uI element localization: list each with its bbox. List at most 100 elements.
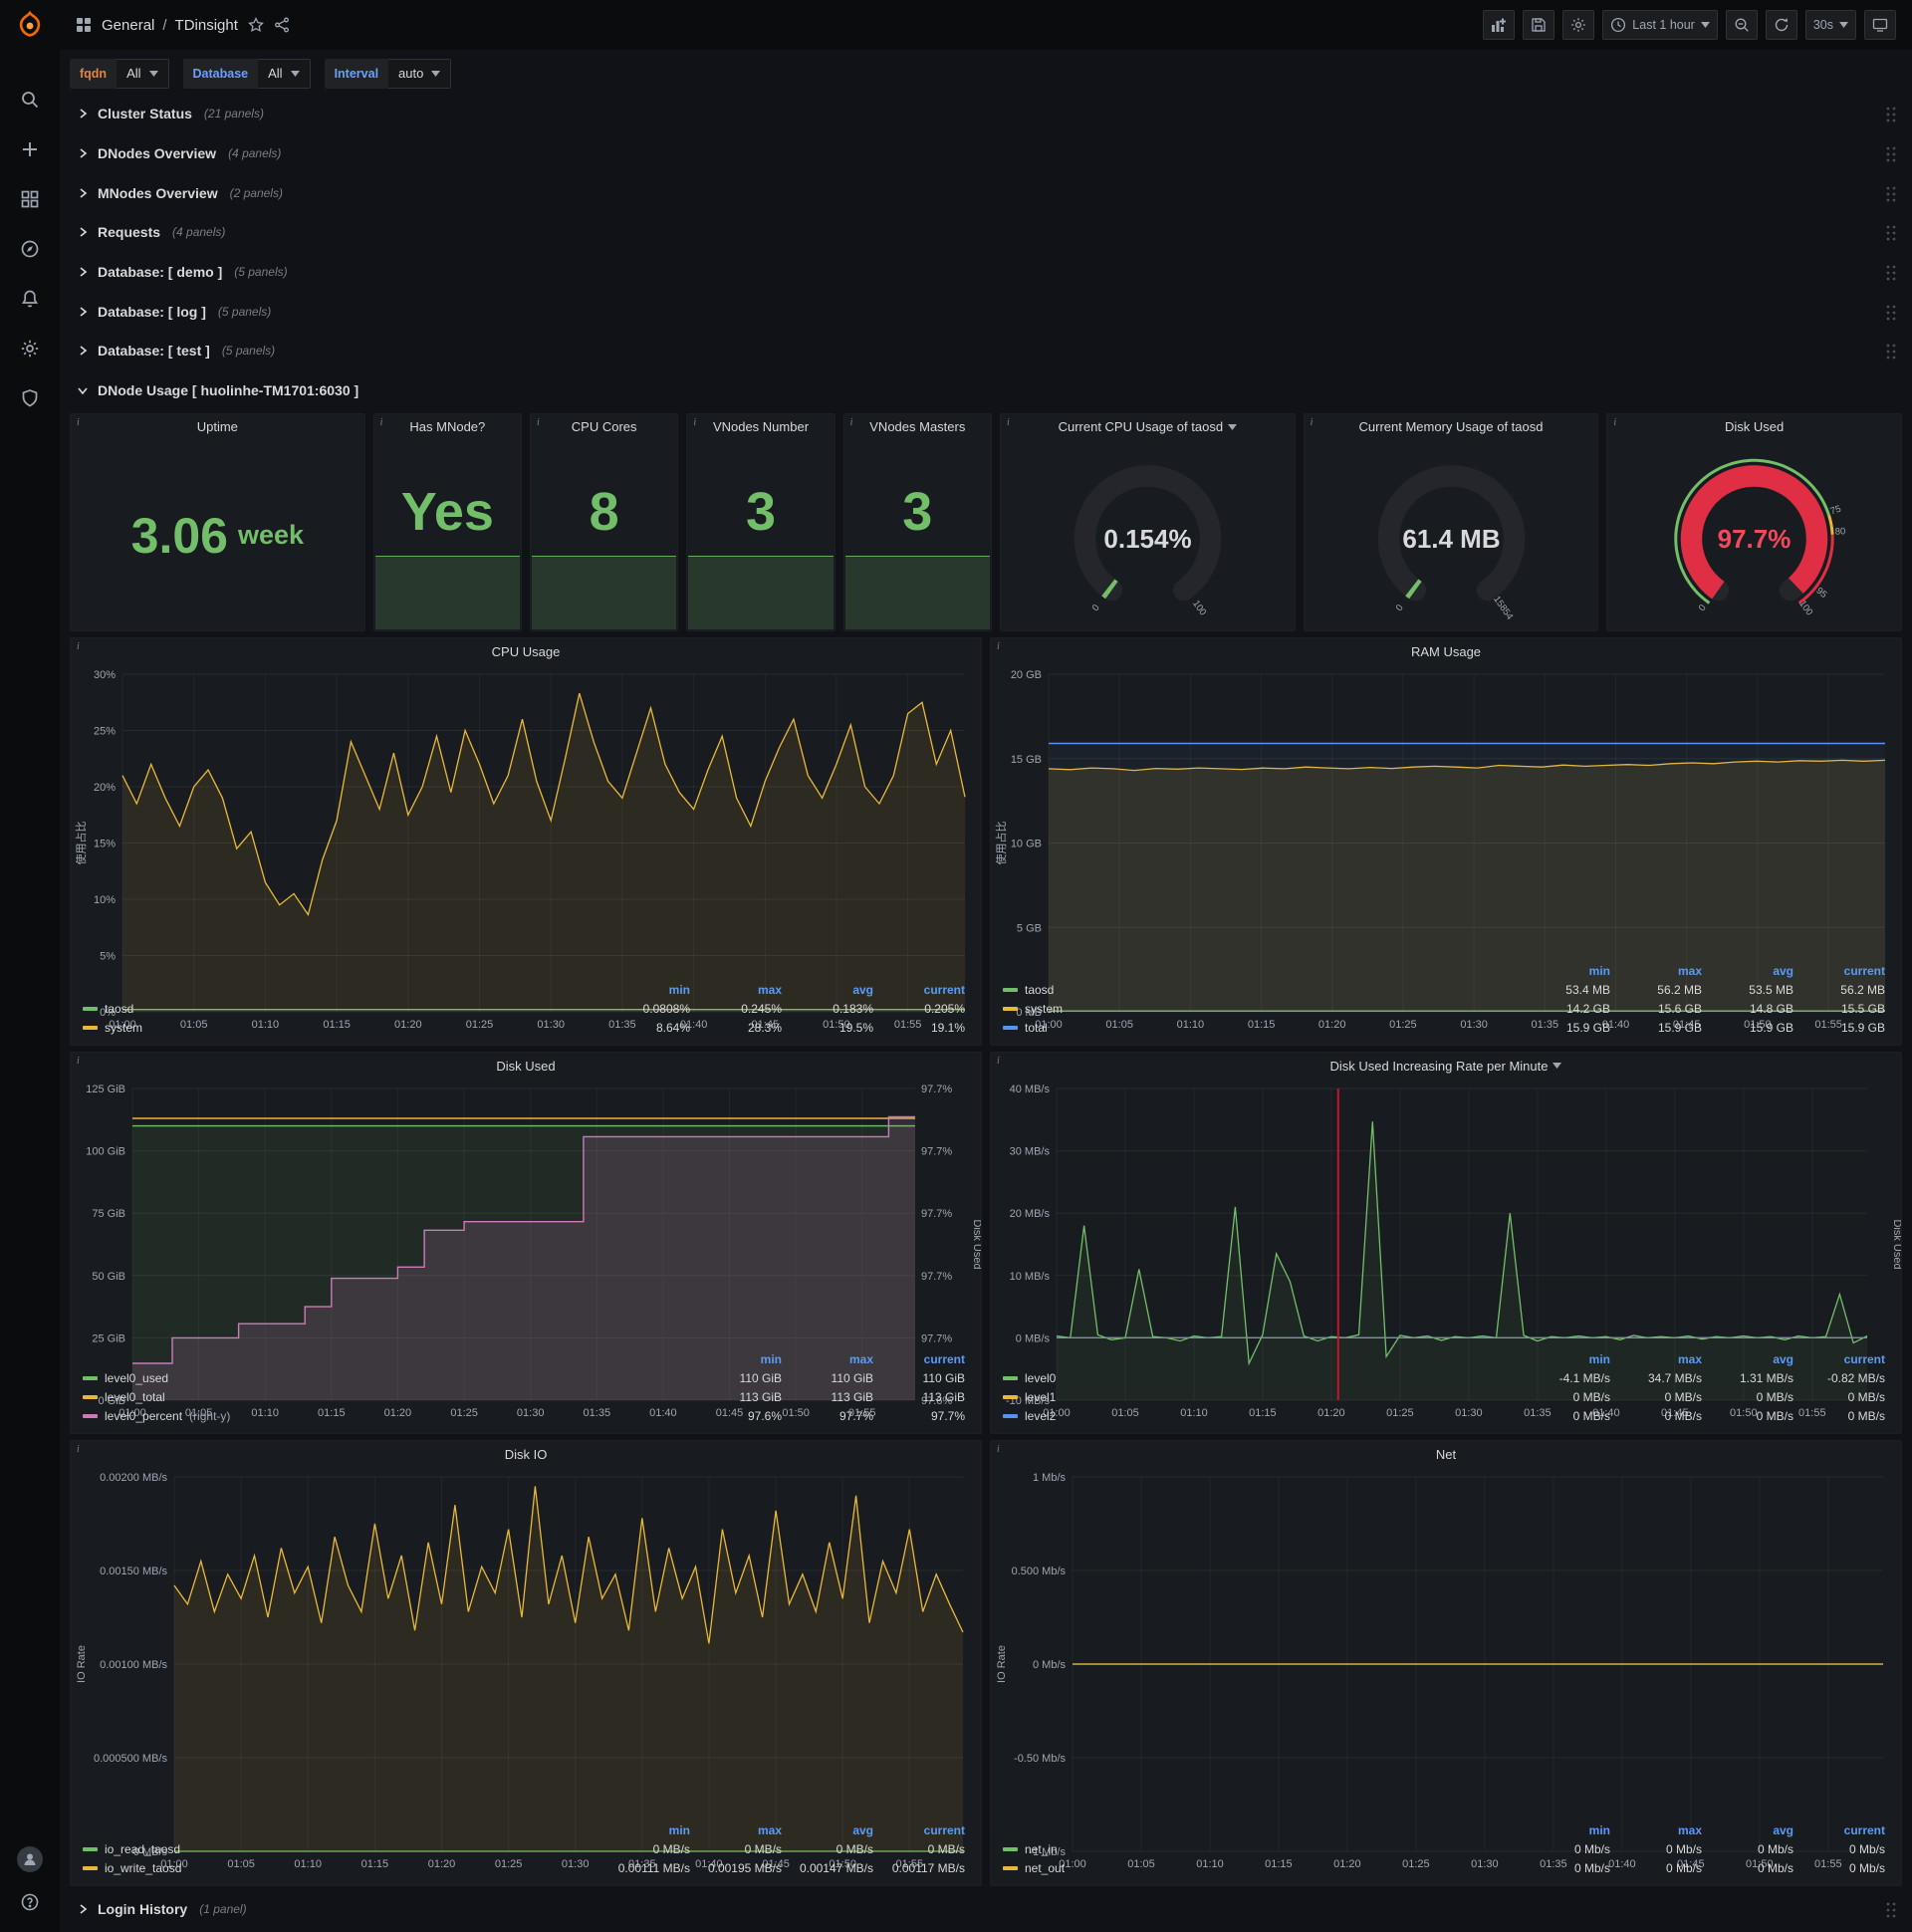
row-database-log[interactable]: Database: [ log ] (5 panels) [70,295,1902,329]
legend-series-toggle[interactable]: taosd [1003,983,1523,997]
refresh-interval-button[interactable]: 30s [1804,10,1856,40]
panel-title[interactable]: Net [991,1441,1901,1467]
panel-info-icon[interactable]: i [850,417,853,428]
legend-series-toggle[interactable]: taosd [83,1002,602,1016]
row-dnode-usage[interactable]: DNode Usage [ huolinhe-TM1701:6030 ] [70,373,1902,407]
legend-series-toggle[interactable]: io_write_taosd [83,1861,602,1875]
row-drag-handle[interactable] [1884,183,1896,202]
legend-series-toggle[interactable]: net_in [1003,1842,1523,1856]
panel-title[interactable]: CPU Usage [71,638,981,664]
row-drag-handle[interactable] [1884,342,1896,361]
legend-series-toggle[interactable]: level2 [1003,1409,1523,1423]
disk-used-legend: min max current level0_used 110 GiB 110 GiB 11… [71,1349,981,1433]
create-icon[interactable] [20,139,40,159]
panel-info-icon[interactable]: i [693,417,696,428]
panel-title[interactable]: Current CPU Usage of taosd [1001,414,1295,440]
star-icon[interactable] [247,17,264,33]
panel-title[interactable]: Current Memory Usage of taosd [1305,414,1598,440]
legend-series-toggle[interactable]: level0_used [83,1371,694,1385]
row-drag-handle[interactable] [1884,105,1896,123]
row-drag-handle[interactable] [1884,302,1896,321]
panel-info-icon[interactable]: i [1311,417,1314,428]
row-cluster-status[interactable]: Cluster Status (21 panels) [70,98,1902,131]
svg-text:100 GiB: 100 GiB [86,1146,125,1158]
panel-info-icon[interactable]: i [380,417,383,428]
panel-title[interactable]: Disk Used [71,1053,981,1079]
dashboards-icon[interactable] [20,189,40,209]
panel-title[interactable]: Has MNode? [374,414,521,440]
legend-series-toggle[interactable]: system [83,1021,602,1035]
variable-database[interactable]: Database All [182,58,311,89]
legend-series-row: level0_percent (right-y) 97.6% 97.7% 97.7% [83,1406,969,1425]
panel-info-icon[interactable]: i [1007,417,1010,428]
legend-series-toggle[interactable]: level0 [1003,1371,1523,1385]
variable-fqdn[interactable]: fqdn All [70,58,169,89]
panel-title[interactable]: RAM Usage [991,638,1901,664]
legend-series-toggle[interactable]: system [1003,1002,1523,1016]
legend-series-toggle[interactable]: level0_percent (right-y) [83,1409,694,1423]
panel-info-icon[interactable]: i [77,1056,80,1067]
stat-value: 3.06 week [130,507,305,564]
row-database-test[interactable]: Database: [ test ] (5 panels) [70,334,1902,367]
panel-info-icon[interactable]: i [997,1056,1000,1067]
row-requests[interactable]: Requests (4 panels) [70,216,1902,250]
explore-compass-icon[interactable] [20,239,40,259]
panel-info-icon[interactable]: i [77,1444,80,1455]
svg-text:25%: 25% [94,726,116,738]
panel-title[interactable]: Uptime [71,414,364,440]
row-drag-handle[interactable] [1884,223,1896,242]
svg-text:5%: 5% [100,951,116,963]
panel-title[interactable]: Disk Used Increasing Rate per Minute [991,1053,1901,1079]
svg-text:75 GiB: 75 GiB [92,1209,125,1221]
grafana-logo[interactable] [0,0,60,50]
cycle-view-button[interactable] [1864,10,1896,40]
refresh-button[interactable] [1765,10,1797,40]
legend-series-toggle[interactable]: net_out [1003,1861,1523,1875]
row-dnodes-overview[interactable]: DNodes Overview (4 panels) [70,136,1902,170]
row-drag-handle[interactable] [1884,262,1896,281]
row-drag-handle[interactable] [1884,144,1896,163]
svg-text:20%: 20% [94,782,116,794]
panel-title[interactable]: Disk IO [71,1441,981,1467]
save-dashboard-button[interactable] [1523,10,1555,40]
legend-series-toggle[interactable]: level0_total [83,1390,694,1404]
panel-title[interactable]: VNodes Number [687,414,834,440]
gauge-cpu-usage: 0 100 0.154% [1005,442,1291,627]
panel-info-icon[interactable]: i [997,1444,1000,1455]
legend-series-toggle[interactable]: level1 [1003,1390,1523,1404]
row-database-demo[interactable]: Database: [ demo ] (5 panels) [70,255,1902,289]
dashboard-settings-button[interactable] [1562,10,1595,40]
panel-title[interactable]: Disk Used [1607,414,1901,440]
row-mnodes-overview[interactable]: MNodes Overview (2 panels) [70,176,1902,210]
search-icon[interactable] [20,90,40,110]
legend-series-row: io_read_taosd 0 MB/s 0 MB/s 0 MB/s 0 MB/s [83,1839,969,1858]
breadcrumb-section[interactable]: General [102,17,154,34]
variable-interval[interactable]: Interval auto [324,58,452,89]
alerting-bell-icon[interactable] [20,289,40,309]
row-drag-handle[interactable] [1884,1900,1896,1919]
legend-header: min max avg current [668,1822,965,1837]
legend-series-toggle[interactable]: total [1003,1021,1523,1035]
panel-info-icon[interactable]: i [997,641,1000,652]
share-icon[interactable] [274,17,290,33]
legend-series-toggle[interactable]: io_read_taosd [83,1842,602,1856]
panel-title[interactable]: VNodes Masters [844,414,991,440]
add-panel-button[interactable] [1483,10,1516,40]
help-icon[interactable] [20,1892,40,1912]
chart-row-2: i Disk Used 01:00 01:05 01:10 01:15 01:20 01:… [70,1052,1902,1435]
panel-title[interactable]: CPU Cores [531,414,677,440]
row-login-history[interactable]: Login History (1 panel) [70,1892,1902,1926]
time-picker-button[interactable]: Last 1 hour [1602,10,1718,40]
server-admin-shield-icon[interactable] [20,388,40,408]
panel-info-icon[interactable]: i [537,417,540,428]
chart-row-1: i CPU Usage 01:00 01:05 01:10 01:15 01:20 01:… [70,637,1902,1047]
panel-info-icon[interactable]: i [77,641,80,652]
panel-info-icon[interactable]: i [77,417,80,428]
panel-info-icon[interactable]: i [1613,417,1616,428]
disk-io-legend: min max avg current io_read_taosd 0 MB/s 0 MB/… [71,1820,981,1885]
legend-series-row: net_in 0 Mb/s 0 Mb/s 0 Mb/s 0 Mb/s [1003,1839,1889,1858]
configuration-gear-icon[interactable] [20,339,40,359]
zoom-out-button[interactable] [1725,10,1758,40]
user-avatar[interactable] [17,1846,43,1872]
breadcrumb-title[interactable]: TDinsight [175,17,238,34]
